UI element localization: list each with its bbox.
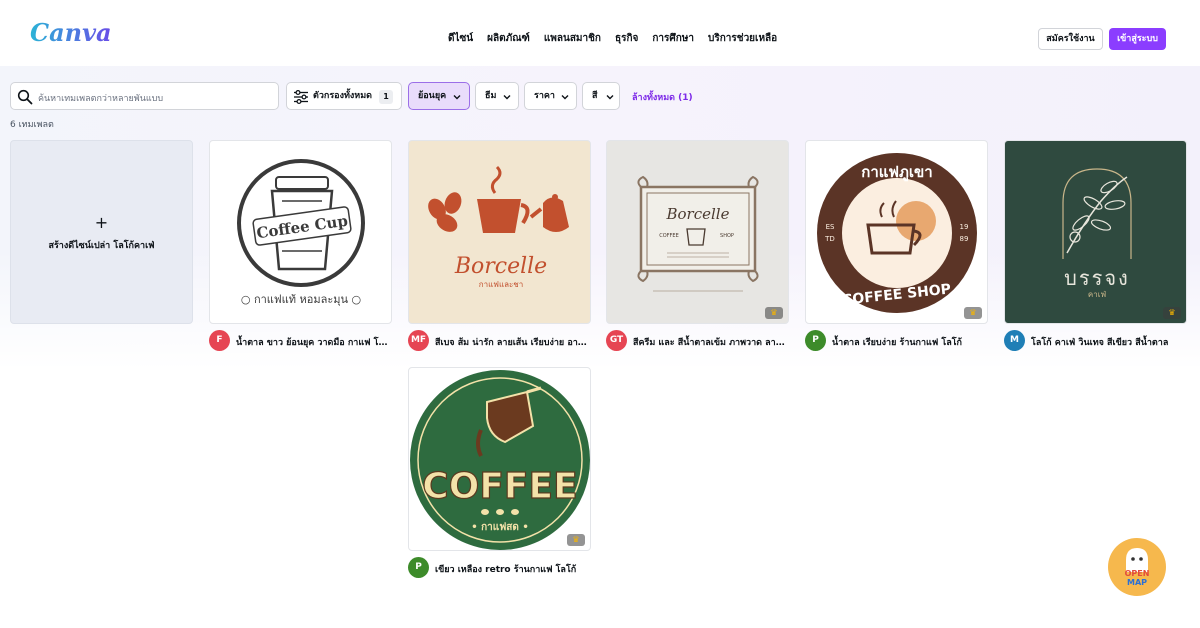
login-button[interactable]: เข้าสู่ระบบ bbox=[1109, 28, 1166, 50]
template-thumbnail[interactable]: Borcelle กาแฟและชา bbox=[408, 140, 591, 324]
nav-item-help[interactable]: บริการช่วยเหลือ bbox=[708, 31, 777, 46]
template-meta[interactable]: M โลโก้ คาเฟ่ วินเทจ สีเขียว สีน้ำตาล bbox=[1004, 330, 1187, 352]
chevron-down-icon bbox=[503, 95, 511, 100]
nav-item-education[interactable]: การศึกษา bbox=[652, 31, 694, 46]
art-text-td: TD bbox=[824, 235, 835, 243]
template-meta[interactable]: F น้ำตาล ขาว ย้อนยุค วาดมือ กาแฟ โลโก้ bbox=[209, 330, 392, 352]
chevron-down-icon bbox=[561, 95, 569, 100]
all-filters-button[interactable]: ตัวกรองทั้งหมด 1 bbox=[286, 82, 402, 110]
art-text-coffee: COFFEE bbox=[422, 466, 577, 507]
filter-count-badge: 1 bbox=[379, 90, 393, 104]
canva-logo[interactable]: Canva bbox=[30, 20, 112, 46]
art-text-coffee: COFFEE bbox=[659, 233, 679, 239]
crown-icon: ♛ bbox=[1163, 307, 1181, 319]
result-count: 6 เทมเพลต bbox=[10, 120, 54, 130]
filter-chip-label: สี bbox=[592, 91, 598, 101]
filter-chip-retro[interactable]: ย้อนยุค bbox=[408, 82, 470, 110]
art-text-tagline: กาแฟและชา bbox=[479, 280, 523, 289]
creator-avatar: P bbox=[805, 330, 826, 351]
art-text-brand: Borcelle bbox=[454, 254, 547, 279]
template-meta[interactable]: GT สีครีม และ สีน้ำตาลเข้ม ภาพวาด ลายเส้… bbox=[606, 330, 789, 352]
template-title: โลโก้ คาเฟ่ วินเทจ สีเขียว สีน้ำตาล bbox=[1031, 338, 1169, 348]
filter-chip-label: ธีม bbox=[485, 91, 497, 101]
creator-avatar: F bbox=[209, 330, 230, 351]
art-text-brand: บรรจง bbox=[1064, 266, 1130, 290]
art-text-89: 89 bbox=[960, 235, 969, 243]
plus-icon: + bbox=[94, 213, 109, 232]
top-header: Canva ดีไซน์ ผลิตภัณฑ์ แพลนสมาชิก ธุรกิจ… bbox=[0, 0, 1200, 66]
template-title: สีเบจ ส้ม น่ารัก ลายเส้น เรียบง่าย อาหาร… bbox=[435, 338, 591, 348]
open-map-badge[interactable]: OPEN MAP bbox=[1108, 538, 1166, 596]
art-text-19: 19 bbox=[960, 223, 969, 231]
all-filters-label: ตัวกรองทั้งหมด bbox=[313, 91, 373, 101]
template-meta[interactable]: P น้ำตาล เรียบง่าย ร้านกาแฟ โลโก้ bbox=[805, 330, 988, 352]
create-blank-label: สร้างดีไซน์เปล่า โลโก้คาเฟ่ bbox=[48, 241, 155, 251]
art-text-tagline: ○ กาแฟแท้ หอมละมุน ○ bbox=[241, 293, 361, 306]
badge-text-open: OPEN bbox=[1125, 569, 1150, 578]
signup-button[interactable]: สมัครใช้งาน bbox=[1038, 28, 1103, 50]
template-artwork: COFFEE • กาแฟสด • bbox=[410, 370, 590, 550]
art-text-shop: SHOP bbox=[720, 233, 734, 239]
template-artwork: บรรจง คาเฟ่ bbox=[1062, 168, 1132, 299]
filter-chip-theme[interactable]: ธีม bbox=[475, 82, 519, 110]
filter-chip-price[interactable]: ราคา bbox=[524, 82, 577, 110]
nav-item-business[interactable]: ธุรกิจ bbox=[615, 31, 638, 46]
filter-chip-label: ย้อนยุค bbox=[418, 91, 447, 101]
art-text-sub: คาเฟ่ bbox=[1088, 290, 1107, 299]
art-text-top: กาแฟภูเขา bbox=[861, 163, 932, 182]
clear-all-filters-link[interactable]: ล้างทั้งหมด (1) bbox=[632, 90, 693, 104]
create-blank-design-card[interactable]: + สร้างดีไซน์เปล่า โลโก้คาเฟ่ bbox=[10, 140, 193, 324]
template-title: เขียว เหลือง retro ร้านกาแฟ โลโก้ bbox=[435, 565, 577, 575]
template-title: น้ำตาล เรียบง่าย ร้านกาแฟ โลโก้ bbox=[832, 338, 962, 348]
template-thumbnail[interactable]: Coffee Cup ○ กาแฟแท้ หอมละมุน ○ bbox=[209, 140, 392, 324]
template-meta[interactable]: P เขียว เหลือง retro ร้านกาแฟ โลโก้ bbox=[408, 557, 591, 579]
crown-icon: ♛ bbox=[567, 534, 585, 546]
template-artwork: Borcelle COFFEE SHOP bbox=[637, 175, 759, 292]
template-title: สีครีม และ สีน้ำตาลเข้ม ภาพวาด ลายเส้น โ… bbox=[633, 338, 789, 348]
template-thumbnail[interactable]: กาแฟภูเขา COFFEE SHOP ES TD 19 89 ♛ bbox=[805, 140, 988, 324]
template-title: น้ำตาล ขาว ย้อนยุค วาดมือ กาแฟ โลโก้ bbox=[236, 338, 392, 348]
art-text-brand: Borcelle bbox=[666, 205, 730, 223]
search-input[interactable]: ค้นหาเทมเพลตกว่าหลายพันแบบ bbox=[10, 82, 279, 110]
ghost-icon: OPEN MAP bbox=[1125, 548, 1150, 587]
art-text-sub: • กาแฟสด • bbox=[471, 521, 529, 533]
creator-avatar: M bbox=[1004, 330, 1025, 351]
template-artwork: Borcelle กาแฟและชา bbox=[428, 165, 569, 289]
creator-avatar: P bbox=[408, 557, 429, 578]
template-meta[interactable]: MF สีเบจ ส้ม น่ารัก ลายเส้น เรียบง่าย อา… bbox=[408, 330, 591, 352]
crown-icon: ♛ bbox=[765, 307, 783, 319]
badge-text-map: MAP bbox=[1127, 578, 1147, 587]
template-thumbnail[interactable]: บรรจง คาเฟ่ ♛ bbox=[1004, 140, 1187, 324]
chevron-down-icon bbox=[453, 95, 461, 100]
main-nav: ดีไซน์ ผลิตภัณฑ์ แพลนสมาชิก ธุรกิจ การศึ… bbox=[448, 31, 777, 46]
filter-chip-color[interactable]: สี bbox=[582, 82, 620, 110]
art-text-es: ES bbox=[826, 223, 835, 231]
template-artwork: Coffee Cup ○ กาแฟแท้ หอมละมุน ○ bbox=[237, 159, 365, 306]
template-artwork: กาแฟภูเขา COFFEE SHOP ES TD 19 89 bbox=[817, 153, 977, 313]
filter-chip-label: ราคา bbox=[534, 91, 555, 101]
search-placeholder: ค้นหาเทมเพลตกว่าหลายพันแบบ bbox=[38, 94, 164, 104]
template-thumbnail[interactable]: Borcelle COFFEE SHOP ♛ bbox=[606, 140, 789, 324]
filter-sliders-icon bbox=[294, 89, 308, 105]
nav-item-design[interactable]: ดีไซน์ bbox=[448, 31, 473, 46]
creator-avatar: MF bbox=[408, 330, 429, 351]
nav-item-products[interactable]: ผลิตภัณฑ์ bbox=[487, 31, 530, 46]
template-thumbnail[interactable]: COFFEE • กาแฟสด • ♛ bbox=[408, 367, 591, 551]
crown-icon: ♛ bbox=[964, 307, 982, 319]
chevron-down-icon bbox=[606, 95, 614, 100]
creator-avatar: GT bbox=[606, 330, 627, 351]
search-icon bbox=[17, 89, 33, 105]
nav-item-plans[interactable]: แพลนสมาชิก bbox=[544, 31, 601, 46]
